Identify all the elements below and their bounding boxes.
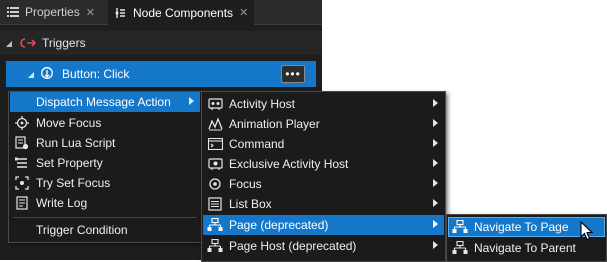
click-icon [40,66,56,82]
button-click-trigger[interactable]: ◢ Button: Click ••• [6,61,316,87]
triggers-label: Triggers [42,36,86,50]
submenu-arrow-icon [433,179,438,187]
navigate-icon [452,240,468,256]
menu-item-label: Trigger Condition [36,223,128,237]
menu-item-label: Navigate To Parent [474,241,576,255]
set-property-icon [14,155,30,171]
submenu-arrow-icon [433,241,438,249]
menu-item-label: Run Lua Script [36,136,116,150]
triggers-section[interactable]: ◢ Triggers [0,31,322,55]
expand-arrow-icon[interactable]: ◢ [26,70,36,79]
animation-player-icon [207,116,223,132]
menu-item-label: Navigate To Page [474,220,569,234]
expand-arrow-icon[interactable]: ◢ [4,39,14,48]
menu-item-exclusive-activity-host[interactable]: Exclusive Activity Host [203,154,444,174]
menu-item-page-host-deprecated[interactable]: Page Host (deprecated) [203,236,444,256]
page-host-icon [207,238,223,254]
menu-item-animation-player[interactable]: Animation Player [203,114,444,134]
menu-separator [13,217,197,218]
menu-item-list-box[interactable]: List Box [203,194,444,214]
menu-item-try-set-focus[interactable]: Try Set Focus [10,173,200,193]
node-components-icon [114,6,128,20]
menu-item-label: Write Log [36,196,88,210]
button-click-label: Button: Click [62,67,130,81]
menu-item-label: Move Focus [36,116,102,130]
menu-item-label: Page (deprecated) [229,218,329,232]
page-icon [207,217,223,233]
tab-label: Node Components [133,5,234,20]
submenu-arrow-icon [433,220,438,228]
command-icon [207,136,223,152]
submenu-arrow-icon [433,99,438,107]
menu-item-write-log[interactable]: Write Log [10,193,200,213]
menu-item-label: Dispatch Message Action [36,95,171,109]
try-set-focus-icon [14,175,30,191]
menu-item-label: Command [229,137,285,151]
lua-script-icon [14,135,30,151]
menu-item-label: Activity Host [229,97,296,111]
submenu-arrow-icon [433,139,438,147]
close-icon[interactable]: ✕ [239,6,248,19]
menu-item-navigate-to-parent[interactable]: Navigate To Parent [448,238,605,258]
focus-icon [207,176,223,192]
menu-item-dispatch-message-action[interactable]: Dispatch Message Action [10,92,200,112]
menu-item-set-property[interactable]: Set Property [10,153,200,173]
submenu-arrow-icon [433,119,438,127]
submenu-arrow-icon [433,199,438,207]
menu-item-label: Try Set Focus [36,176,111,190]
move-focus-icon [14,115,30,131]
menu-item-move-focus[interactable]: Move Focus [10,113,200,133]
trigger-icon [20,35,36,51]
menu-item-label: Focus [229,177,262,191]
exclusive-activity-host-icon [207,156,223,172]
list-icon [6,5,20,19]
activity-host-icon [207,96,223,112]
menu-item-trigger-condition[interactable]: Trigger Condition [10,220,200,240]
menu-item-run-lua-script[interactable]: Run Lua Script [10,133,200,153]
write-log-icon [14,195,30,211]
tab-bar: Properties ✕ Node Components ✕ [0,0,322,25]
tab-node-components[interactable]: Node Components ✕ [108,0,255,25]
menu-item-command[interactable]: Command [203,134,444,154]
list-box-icon [207,196,223,212]
submenu-arrow-icon [433,159,438,167]
tab-label: Properties [25,5,80,19]
menu-item-label: Set Property [36,156,103,170]
mouse-cursor-icon [580,221,594,241]
navigate-icon [452,219,468,235]
menu-item-label: Page Host (deprecated) [229,239,357,253]
dispatch-message-submenu: Activity Host Animation Player Command E… [201,91,446,262]
submenu-arrow-icon [189,97,194,105]
menu-item-label: Exclusive Activity Host [229,157,349,171]
more-options-button[interactable]: ••• [281,65,305,83]
menu-item-focus[interactable]: Focus [203,174,444,194]
menu-item-label: Animation Player [229,117,320,131]
menu-item-page-deprecated[interactable]: Page (deprecated) [203,215,444,235]
menu-item-activity-host[interactable]: Activity Host [203,94,444,114]
tab-properties[interactable]: Properties ✕ [6,0,95,24]
menu-item-label: List Box [229,197,272,211]
close-icon[interactable]: ✕ [86,6,95,19]
add-action-menu: Dispatch Message Action Move Focus Run L… [8,91,202,243]
